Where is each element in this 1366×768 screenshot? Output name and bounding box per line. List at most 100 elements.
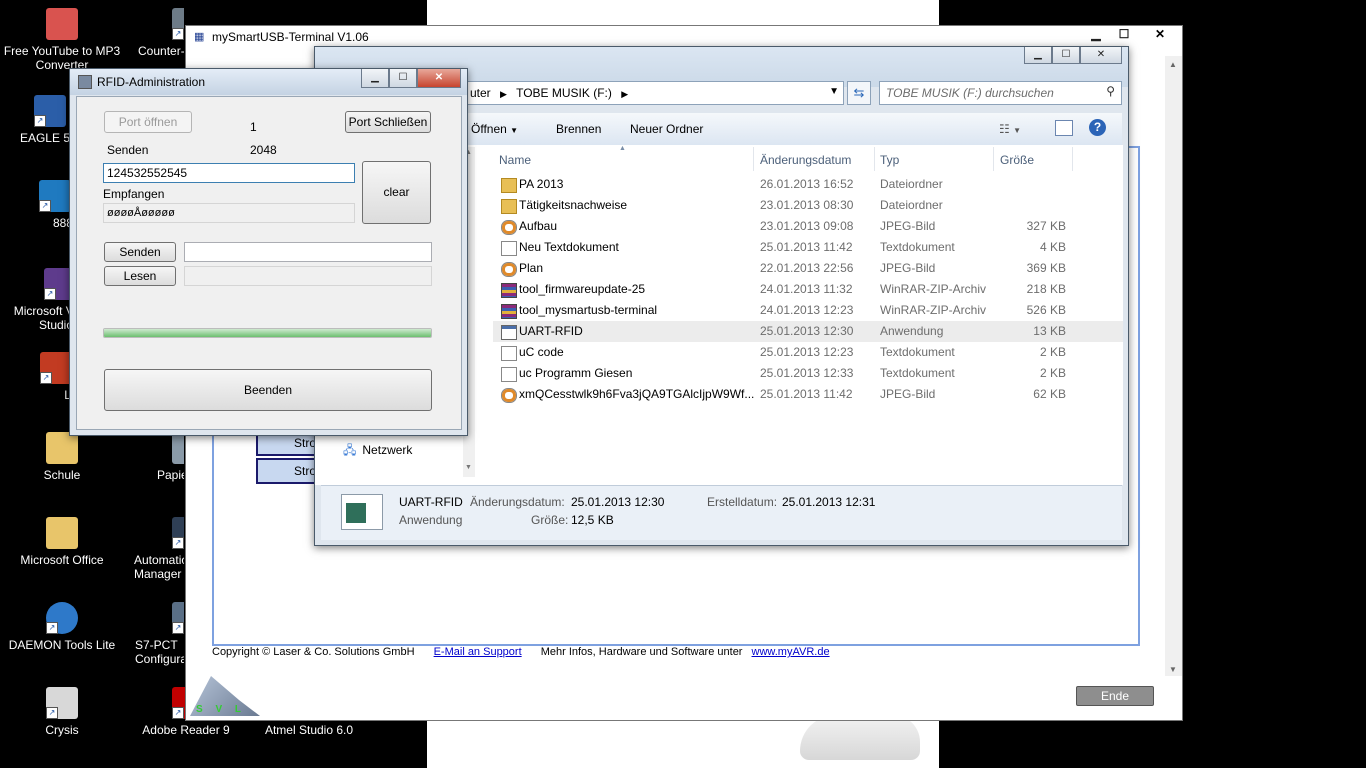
chevron-right-icon[interactable]: ▶ bbox=[621, 89, 628, 99]
minimize-button[interactable]: ▁ bbox=[361, 69, 389, 88]
close-button[interactable]: ✕ bbox=[1138, 26, 1182, 44]
address-bar[interactable]: uter ▶ TOBE MUSIK (F:) ▶ ▼ bbox=[465, 81, 844, 105]
file-row[interactable]: uC code 25.01.2013 12:23 Textdokument 2 KB bbox=[493, 342, 1123, 363]
file-type: Textdokument bbox=[880, 240, 955, 254]
close-button[interactable]: ✕ bbox=[1080, 47, 1122, 64]
file-row[interactable]: Tätigkeitsnachweise 23.01.2013 08:30 Datei… bbox=[493, 195, 1123, 216]
file-row[interactable]: UART-RFID 25.01.2013 12:30 Anwendung 13 KB bbox=[493, 321, 1123, 342]
column-header-name[interactable]: Name bbox=[499, 153, 531, 167]
file-date: 24.01.2013 12:23 bbox=[760, 303, 854, 317]
ende-button[interactable]: Ende bbox=[1076, 686, 1154, 706]
column-divider bbox=[874, 147, 875, 171]
file-row[interactable]: tool_firmwareupdate-25 24.01.2013 11:32 Wi… bbox=[493, 279, 1123, 300]
search-icon[interactable]: ⚲ bbox=[1106, 84, 1115, 98]
desktop-icon-label: Atmel Studio 6.0 bbox=[264, 723, 354, 737]
open-button[interactable]: Öffnen ▼ bbox=[471, 122, 518, 136]
breadcrumb-computer[interactable]: uter bbox=[470, 86, 491, 100]
port-number: 1 bbox=[250, 120, 257, 134]
baud-value: 2048 bbox=[250, 143, 277, 157]
nav-item-label: Netzwerk bbox=[362, 443, 413, 457]
details-size-label: Größe: bbox=[531, 513, 569, 527]
file-date: 26.01.2013 16:52 bbox=[760, 177, 854, 191]
view-options-icon[interactable]: ☷ ▼ bbox=[999, 122, 1021, 136]
scroll-down-icon[interactable]: ▼ bbox=[1169, 665, 1177, 674]
search-input[interactable]: TOBE MUSIK (F:) durchsuchen ⚲ bbox=[879, 81, 1122, 105]
command-bar: Öffnen ▼ Brennen Neuer Ordner ☷ ▼ ? bbox=[465, 113, 1122, 146]
file-row[interactable]: Plan 22.01.2013 22:56 JPEG-Bild 369 KB bbox=[493, 258, 1123, 279]
desktop-icon-label: Schule bbox=[43, 468, 81, 482]
file-row[interactable]: uc Programm Giesen 25.01.2013 12:33 Textdo… bbox=[493, 363, 1123, 384]
image-icon bbox=[501, 262, 517, 277]
send-input[interactable] bbox=[103, 163, 355, 183]
send-button[interactable]: Senden bbox=[104, 242, 176, 262]
close-button[interactable]: ✕ bbox=[417, 69, 461, 88]
desktop-icon-schule[interactable]: Schule bbox=[2, 432, 122, 482]
myavr-link[interactable]: www.myAVR.de bbox=[752, 646, 830, 658]
file-type: Dateiordner bbox=[880, 177, 943, 191]
port-open-button[interactable]: Port öffnen bbox=[104, 111, 192, 133]
minimize-button[interactable]: ▁ bbox=[1024, 47, 1052, 64]
network-icon: 🖧 bbox=[343, 443, 357, 457]
file-size: 526 KB bbox=[1026, 303, 1066, 317]
folder-icon bbox=[46, 517, 78, 549]
chevron-right-icon[interactable]: ▶ bbox=[500, 89, 507, 99]
port-close-button[interactable]: Port Schließen bbox=[345, 111, 431, 133]
file-row[interactable]: Neu Textdokument 25.01.2013 11:42 Textdoku… bbox=[493, 237, 1123, 258]
window-title: RFID-Administration bbox=[97, 75, 206, 89]
scrollbar[interactable]: ▲ ▼ bbox=[1165, 56, 1182, 676]
preview-pane-icon[interactable] bbox=[1055, 120, 1073, 136]
folder-icon bbox=[501, 199, 517, 214]
file-row[interactable]: xmQCesstwlk9h6Fva3jQA9TGAlcIjpW9Wf... 25.… bbox=[493, 384, 1123, 405]
s7-pct-icon: ↗ bbox=[172, 602, 184, 634]
image-icon bbox=[501, 220, 517, 235]
file-size: 2 KB bbox=[1039, 345, 1066, 359]
column-header-type[interactable]: Typ bbox=[880, 153, 899, 167]
desktop-icon-automation-manager[interactable]: ↗ Automation Manager bbox=[126, 517, 184, 581]
window-controls: ▁ ☐ ✕ bbox=[361, 69, 461, 88]
file-name: PA 2013 bbox=[519, 177, 564, 191]
details-pane: UART-RFID Anwendung Änderungsdatum: 25.0… bbox=[321, 485, 1122, 540]
desktop-icon-ms-office[interactable]: Microsoft Office bbox=[2, 517, 122, 567]
file-size: 218 KB bbox=[1026, 282, 1066, 296]
refresh-icon[interactable]: ⇆ bbox=[847, 81, 871, 105]
window-controls: ▁ ☐ ✕ bbox=[1024, 47, 1122, 65]
scroll-up-icon[interactable]: ▲ bbox=[1169, 60, 1177, 69]
file-row[interactable]: PA 2013 26.01.2013 16:52 Dateiordner bbox=[493, 174, 1123, 195]
file-row[interactable]: tool_mysmartusb-terminal 24.01.2013 12:23… bbox=[493, 300, 1123, 321]
minimize-button[interactable]: ▁ bbox=[1082, 26, 1110, 44]
desktop-icon-youtube-mp3[interactable]: Free YouTube to MP3 Converter bbox=[2, 8, 122, 72]
breadcrumb-drive[interactable]: TOBE MUSIK (F:) bbox=[516, 86, 612, 100]
desktop-icon-s7-pct[interactable]: ↗ S7-PCT Configuration bbox=[126, 602, 184, 666]
wallpaper-graphic bbox=[800, 715, 920, 760]
quit-button[interactable]: Beenden bbox=[104, 369, 432, 411]
new-folder-button[interactable]: Neuer Ordner bbox=[630, 122, 703, 136]
desktop-icon-crysis[interactable]: ↗ Crysis bbox=[2, 687, 122, 737]
read-button[interactable]: Lesen bbox=[104, 266, 176, 286]
desktop-icon-label: Microsoft Office bbox=[20, 553, 104, 567]
file-type: JPEG-Bild bbox=[880, 219, 936, 233]
senden-label: Senden bbox=[107, 143, 149, 157]
scroll-down-icon[interactable]: ▼ bbox=[465, 464, 472, 471]
chevron-down-icon[interactable]: ▼ bbox=[829, 86, 839, 97]
read-output bbox=[184, 266, 432, 286]
burn-button[interactable]: Brennen bbox=[556, 122, 601, 136]
maximize-button[interactable]: ☐ bbox=[1110, 26, 1138, 44]
column-header-date[interactable]: Änderungsdatum bbox=[760, 153, 851, 167]
search-placeholder: TOBE MUSIK (F:) durchsuchen bbox=[886, 86, 1054, 100]
file-date: 22.01.2013 22:56 bbox=[760, 261, 854, 275]
file-row[interactable]: Aufbau 23.01.2013 09:08 JPEG-Bild 327 KB bbox=[493, 216, 1123, 237]
titlebar: ▦ mySmartUSB-Terminal V1.06 ▁ ☐ ✕ bbox=[186, 26, 1182, 48]
maximize-button[interactable]: ☐ bbox=[389, 69, 417, 88]
desktop-icon-counter-strike[interactable]: ↗ Counter-Strike bbox=[126, 8, 184, 58]
nav-item-network[interactable]: 🖧 Netzwerk bbox=[343, 441, 412, 462]
file-type: Textdokument bbox=[880, 345, 955, 359]
support-mail-link[interactable]: E-Mail an Support bbox=[434, 646, 522, 658]
send-extra-input[interactable] bbox=[184, 242, 432, 262]
column-header-size[interactable]: Größe bbox=[1000, 153, 1034, 167]
clear-button[interactable]: clear bbox=[362, 161, 431, 224]
desktop-icon-papierkorb[interactable]: Papierkorb bbox=[126, 432, 184, 482]
desktop-icon-daemon-tools[interactable]: ↗ DAEMON Tools Lite bbox=[2, 602, 122, 652]
details-created-value: 25.01.2013 12:31 bbox=[782, 495, 876, 509]
maximize-button[interactable]: ☐ bbox=[1052, 47, 1080, 64]
help-icon[interactable]: ? bbox=[1089, 119, 1106, 136]
